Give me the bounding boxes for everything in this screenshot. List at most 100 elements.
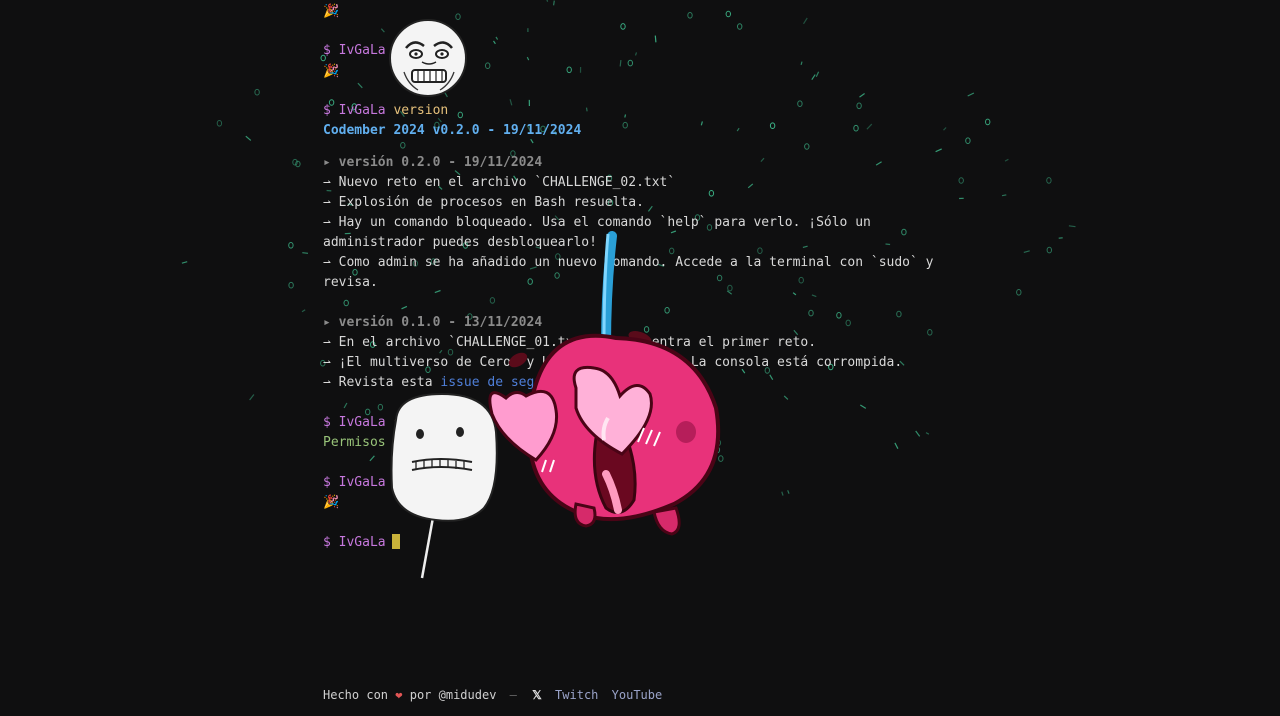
particle-zero [1046, 246, 1053, 254]
particle-one [815, 71, 820, 77]
particle-zero [254, 88, 260, 96]
changelog-item-continued: revisa. [323, 275, 378, 290]
changelog-item: ⇀ Explosión de procesos en Bash resuelta… [323, 195, 644, 210]
particle-one [249, 394, 255, 401]
particle-one [526, 56, 530, 61]
particle-zero [343, 299, 349, 307]
particle-one [1004, 158, 1009, 162]
particle-zero [725, 10, 731, 18]
particle-one [800, 61, 803, 66]
particle-zero [901, 228, 907, 236]
command-output: Permisos [323, 435, 386, 450]
particle-one [434, 289, 441, 294]
particle-one [553, 0, 555, 6]
particle-one [624, 114, 627, 118]
particle-zero [985, 118, 991, 126]
particle-one [925, 432, 930, 435]
terminal-prompt: $ IvGaLa [323, 103, 386, 118]
particle-one [380, 28, 385, 33]
particle-zero [927, 329, 933, 336]
footer-made-with: Hecho con [323, 688, 389, 702]
x-icon[interactable]: 𝕏 [532, 688, 542, 702]
terminal-prompt: $ IvGaLa [323, 43, 386, 58]
particle-one [647, 205, 653, 212]
twitch-link[interactable]: Twitch [555, 688, 598, 702]
footer-separator: – [509, 688, 517, 702]
particle-one [783, 395, 789, 400]
particle-zero [622, 121, 628, 129]
particle-one [792, 292, 797, 296]
particle-one [700, 121, 703, 126]
particle-zero [804, 143, 810, 150]
particle-one [492, 40, 496, 45]
particle-zero [457, 111, 463, 119]
particle-zero [485, 62, 491, 69]
particle-one [654, 35, 657, 43]
youtube-link[interactable]: YouTube [612, 688, 663, 702]
terminal-prompt: $ IvGaLa [323, 535, 386, 550]
particle-one [787, 490, 790, 494]
particle-one [943, 127, 947, 131]
version-heading: Codember 2024 v0.2.0 - 19/11/2024 [323, 123, 582, 138]
particle-zero [288, 242, 294, 249]
particle-zero [288, 281, 294, 289]
particle-one [811, 294, 817, 298]
particle-zero [958, 177, 964, 184]
particle-zero [566, 66, 572, 74]
changelog-item-text: ⇀ Revista esta [323, 375, 433, 390]
particle-zero [377, 403, 384, 411]
particle-one [915, 430, 921, 437]
cherry-love-sticker [488, 231, 721, 536]
particle-one [301, 309, 306, 313]
particle-one [302, 252, 309, 254]
particle-one [343, 402, 348, 409]
particle-one [866, 123, 873, 130]
particle-zero [737, 23, 743, 30]
particle-one [885, 243, 891, 246]
particle-one [369, 455, 375, 462]
particle-one [495, 36, 499, 40]
footer-author-link[interactable]: por @midudev [410, 688, 497, 702]
particle-one [802, 245, 808, 248]
command-text: version [393, 103, 449, 118]
particle-one [585, 107, 588, 112]
particle-zero [216, 120, 223, 127]
changelog-item: ⇀ Nuevo reto en el archivo `CHALLENGE_02… [323, 175, 676, 190]
particle-zero [708, 190, 715, 197]
particle-zero [769, 122, 776, 129]
particle-one [894, 442, 899, 449]
party-popper-icon: 🎉 [323, 495, 340, 510]
particle-zero [808, 309, 814, 317]
footer: Hecho con ❤ por @midudev – 𝕏 Twitch YouT… [323, 688, 662, 702]
particle-zero [896, 310, 902, 318]
particle-zero [1016, 289, 1022, 296]
particle-one [967, 92, 975, 97]
particle-one [760, 157, 765, 163]
particle-one [401, 305, 408, 310]
particle-one [546, 0, 549, 2]
particle-one [245, 135, 252, 141]
particle-zero [727, 284, 733, 292]
terminal-prompt: $ IvGaLa [323, 475, 386, 490]
particle-one [1001, 194, 1007, 197]
particle-zero [797, 100, 803, 107]
particle-one [736, 127, 740, 132]
particle-zero [627, 59, 633, 67]
particle-one [634, 52, 638, 56]
particle-zero [836, 312, 842, 319]
particle-zero [845, 319, 851, 327]
party-popper-icon: 🎉 [323, 4, 340, 19]
particle-one [935, 148, 942, 153]
particle-zero [400, 142, 406, 149]
particle-one [802, 17, 808, 25]
particle-zero [1046, 177, 1052, 184]
particle-zero [798, 276, 804, 284]
rage-face-sticker [389, 19, 467, 97]
particle-one [747, 183, 754, 189]
heart-icon: ❤ [395, 688, 403, 702]
particle-one [509, 99, 513, 106]
terminal-command-line: $ IvGaLa version [323, 101, 448, 121]
particle-one [619, 60, 622, 67]
terminal-prompt: $ IvGaLa [323, 415, 386, 430]
particle-zero [620, 23, 626, 30]
